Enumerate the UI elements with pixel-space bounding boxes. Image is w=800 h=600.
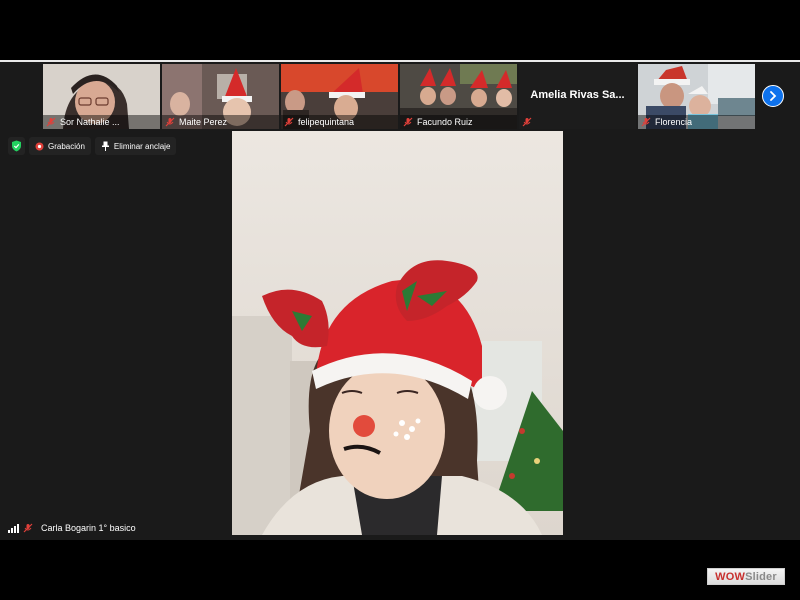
muted-mic-icon (165, 117, 175, 127)
participant-tile[interactable]: Facundo Ruiz (400, 64, 517, 129)
participant-display-name: Amelia Rivas Sa... (530, 89, 625, 101)
recording-label: Grabación (48, 141, 85, 151)
pin-icon (101, 141, 109, 151)
signal-strength-icon (8, 523, 19, 533)
muted-mic-icon (522, 117, 532, 127)
unpin-label: Eliminar anclaje (113, 141, 171, 151)
participant-name-row: Sor Nathalie ... (43, 115, 160, 129)
muted-mic-icon (23, 523, 33, 533)
shield-check-icon (12, 140, 21, 152)
participant-tile[interactable]: felipequintana (281, 64, 398, 129)
watermark-part1: WOW (715, 570, 746, 583)
participant-name-row: Maite Perez (162, 115, 279, 129)
participant-name-row: felipequintana (281, 115, 398, 129)
participant-name-row (519, 115, 636, 129)
top-letterbox (0, 0, 800, 60)
participant-name-row: Facundo Ruiz (400, 115, 517, 129)
security-badge[interactable] (8, 137, 25, 155)
speaker-video-frame (232, 131, 563, 535)
participant-thumbnail-strip: Sor Nathalie ... Maite Perez felipequint… (43, 64, 755, 129)
active-speaker-name: Carla Bogarin 1° basico (41, 523, 136, 533)
participant-name: felipequintana (298, 117, 355, 127)
muted-mic-icon (46, 117, 56, 127)
muted-mic-icon (403, 117, 413, 127)
meeting-status-bar: Grabación Eliminar anclaje (8, 137, 177, 155)
participant-name: Maite Perez (179, 117, 228, 127)
chevron-right-icon (770, 91, 777, 101)
muted-mic-icon (641, 117, 651, 127)
participant-name: Florencia (655, 117, 693, 127)
bottom-letterbox (0, 540, 800, 600)
participant-tile[interactable]: Sor Nathalie ... (43, 64, 160, 129)
participant-name: Facundo Ruiz (417, 117, 473, 127)
participant-tile[interactable]: Amelia Rivas Sa... (519, 64, 636, 129)
participant-name: Sor Nathalie ... (60, 117, 120, 127)
wowslider-watermark[interactable]: WOW Slider (707, 568, 785, 585)
recording-badge[interactable]: Grabación (29, 137, 91, 155)
unpin-button[interactable]: Eliminar anclaje (94, 137, 177, 155)
active-speaker-label: Carla Bogarin 1° basico (4, 520, 140, 536)
participant-tile[interactable]: Florencia (638, 64, 755, 129)
participant-tile[interactable]: Maite Perez (162, 64, 279, 129)
recording-icon (35, 142, 44, 150)
participant-name-row: Florencia (638, 115, 755, 129)
muted-mic-icon (284, 117, 294, 127)
active-speaker-video[interactable] (232, 131, 563, 535)
watermark-part2: Slider (745, 570, 777, 583)
next-page-button[interactable] (762, 85, 784, 107)
